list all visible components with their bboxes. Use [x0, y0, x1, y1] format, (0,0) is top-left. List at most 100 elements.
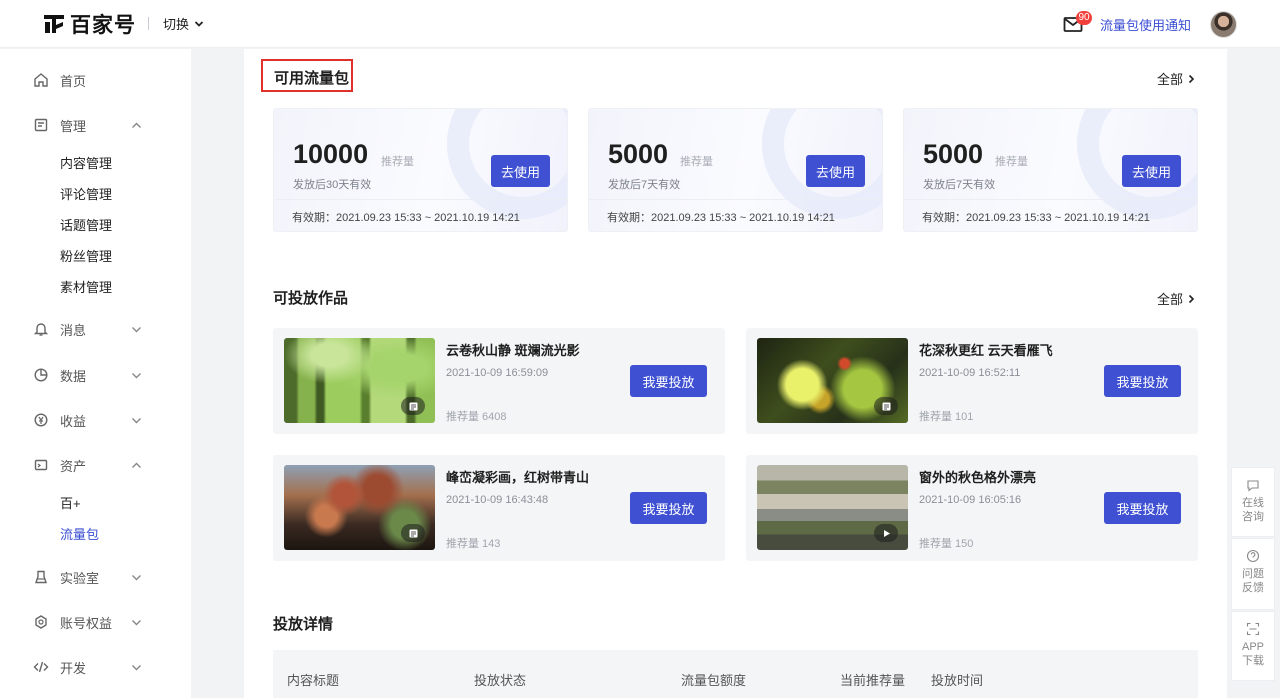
- sidebar-subitem-baijia-plus[interactable]: 百+: [60, 493, 81, 512]
- notification-badge: 90: [1076, 11, 1092, 25]
- column-header: 内容标题: [287, 673, 340, 688]
- sidebar-item-income[interactable]: 收益: [0, 405, 191, 435]
- package-amount: 5000: [923, 139, 984, 169]
- package-card: 5000 推荐量 发放后7天有效 去使用 有效期：2021.09.23 15:3…: [588, 108, 883, 232]
- document-icon: [34, 118, 48, 132]
- sidebar-subitem-traffic-package[interactable]: 流量包: [60, 524, 99, 543]
- chevron-down-icon: [132, 418, 141, 424]
- app-download-button[interactable]: APP 下载: [1231, 611, 1275, 681]
- chevron-down-icon: [132, 327, 141, 333]
- package-unit: 推荐量: [680, 156, 713, 168]
- work-recommendation: 推荐量 6408: [446, 411, 507, 423]
- sidebar-subitem-materials[interactable]: 素材管理: [60, 277, 112, 296]
- float-label: 下载: [1241, 655, 1264, 667]
- lab-icon: [35, 570, 47, 584]
- chevron-down-icon: [132, 620, 141, 626]
- chevron-down-icon: [132, 373, 141, 379]
- bell-icon: [33, 323, 49, 336]
- chevron-right-icon: [1188, 74, 1195, 83]
- sidebar-item-message[interactable]: 消息: [0, 314, 191, 344]
- use-package-button[interactable]: 去使用: [806, 155, 865, 187]
- online-consult-button[interactable]: 在线 咨询: [1231, 467, 1275, 537]
- promote-button[interactable]: 我要投放: [630, 492, 707, 524]
- works-all-link[interactable]: 全部: [1157, 289, 1195, 308]
- card-divider: [904, 199, 1197, 200]
- sidebar-item-label: 开发: [60, 660, 87, 676]
- promote-button[interactable]: 我要投放: [630, 365, 707, 397]
- works-title: 可投放作品: [273, 290, 349, 307]
- work-thumbnail[interactable]: [757, 465, 908, 550]
- account-switch[interactable]: 切换: [163, 14, 204, 33]
- work-title: 峰峦凝彩画，红树带青山: [446, 470, 590, 485]
- work-recommendation: 推荐量 143: [446, 538, 501, 550]
- chevron-down-icon: [194, 20, 204, 27]
- badge-icon: [35, 615, 47, 629]
- package-amount: 5000: [608, 139, 669, 169]
- float-label: 问题: [1242, 568, 1264, 580]
- package-validity: 有效期：2021.09.23 15:33 ~ 2021.10.19 14:21: [607, 212, 835, 224]
- promote-button[interactable]: 我要投放: [1104, 365, 1181, 397]
- sidebar-item-lab[interactable]: 实验室: [0, 562, 191, 592]
- sidebar-item-label: 管理: [60, 118, 87, 134]
- card-divider: [589, 199, 882, 200]
- avatar[interactable]: [1210, 11, 1237, 38]
- work-thumbnail[interactable]: [284, 465, 435, 550]
- code-icon: [33, 661, 49, 673]
- work-card: 花深秋更红 云天看雁飞 2021-10-09 16:52:11 推荐量 101 …: [746, 328, 1198, 434]
- sidebar-item-label: 数据: [60, 368, 87, 384]
- work-title: 窗外的秋色格外漂亮: [919, 470, 1037, 485]
- use-package-button[interactable]: 去使用: [1122, 155, 1181, 187]
- work-recommendation: 推荐量 150: [919, 538, 974, 550]
- brand-mark-icon: [42, 13, 66, 35]
- package-card: 5000 推荐量 发放后7天有效 去使用 有效期：2021.09.23 15:3…: [903, 108, 1198, 232]
- help-circle-icon: [1246, 549, 1260, 563]
- chevron-down-icon: [132, 665, 141, 671]
- home-icon: [34, 73, 48, 87]
- sidebar-subitem-comments[interactable]: 评论管理: [60, 184, 112, 203]
- sidebar-item-rights[interactable]: 账号权益: [0, 607, 191, 637]
- work-time: 2021-10-09 16:59:09: [446, 367, 549, 379]
- sidebar-item-data[interactable]: 数据: [0, 360, 191, 390]
- article-icon: [874, 397, 898, 415]
- sidebar-subitem-fans[interactable]: 粉丝管理: [60, 246, 112, 265]
- wallet-icon: [34, 459, 48, 471]
- column-header: 投放状态: [474, 673, 527, 688]
- sidebar-item-label: 资产: [60, 458, 87, 474]
- float-label: 反馈: [1242, 582, 1264, 594]
- card-divider: [274, 199, 567, 200]
- article-icon: [401, 397, 425, 415]
- work-thumbnail[interactable]: [757, 338, 908, 423]
- chat-icon: [1247, 480, 1259, 492]
- feedback-button[interactable]: 问题 反馈: [1231, 538, 1275, 610]
- sidebar-subitem-topics[interactable]: 话题管理: [60, 215, 112, 234]
- sidebar-item-label: 收益: [60, 413, 87, 429]
- sidebar-item-dev[interactable]: 开发: [0, 652, 191, 682]
- float-label: APP: [1241, 641, 1264, 653]
- sidebar-item-label: 实验室: [60, 570, 100, 586]
- work-time: 2021-10-09 16:52:11: [919, 367, 1021, 379]
- sidebar-item-label: 首页: [60, 73, 87, 89]
- all-link-label: 全部: [1157, 292, 1184, 307]
- brand-logo[interactable]: 百家号: [42, 11, 136, 37]
- sidebar-item-home[interactable]: 首页: [0, 65, 191, 95]
- details-table-header: 内容标题 投放状态 流量包额度 当前推荐量 投放时间: [273, 650, 1198, 698]
- promote-button[interactable]: 我要投放: [1104, 492, 1181, 524]
- sidebar: 首页 管理 内容管理 评论管理 话题管理 粉丝管理 素材管理 消息 数据 收益 …: [0, 49, 191, 698]
- switch-label: 切换: [163, 17, 190, 32]
- work-thumbnail[interactable]: [284, 338, 435, 423]
- chevron-right-icon: [1188, 294, 1195, 303]
- column-header: 当前推荐量: [840, 673, 906, 688]
- chevron-up-icon: [132, 122, 141, 128]
- column-header: 流量包额度: [681, 673, 747, 688]
- sidebar-item-assets[interactable]: 资产: [0, 450, 191, 480]
- brand-name: 百家号: [70, 14, 136, 37]
- work-recommendation: 推荐量 101: [919, 411, 974, 423]
- sidebar-item-manage[interactable]: 管理: [0, 110, 191, 140]
- work-time: 2021-10-09 16:43:48: [446, 494, 549, 506]
- traffic-notice-link[interactable]: 流量包使用通知: [1100, 15, 1191, 34]
- packages-all-link[interactable]: 全部: [1157, 69, 1195, 88]
- float-label: 在线: [1242, 497, 1264, 509]
- use-package-button[interactable]: 去使用: [491, 155, 550, 187]
- sidebar-subitem-content[interactable]: 内容管理: [60, 153, 112, 172]
- package-note: 发放后7天有效: [608, 179, 681, 191]
